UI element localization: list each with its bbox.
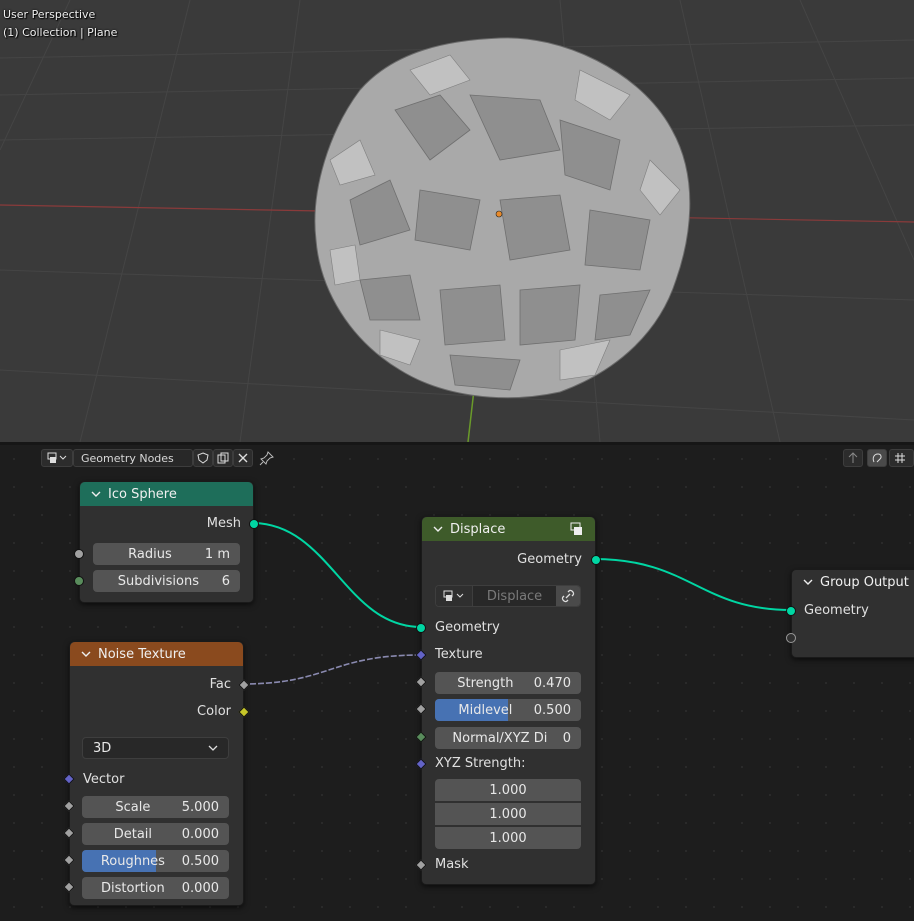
texture-input-label: Texture [435, 647, 483, 662]
noise-texture-title: Noise Texture [98, 646, 186, 662]
xyz-z-value: 1.000 [489, 830, 527, 846]
texture-selector[interactable]: Displace [435, 585, 581, 607]
dimensions-value: 3D [93, 740, 112, 756]
subdivisions-value: 6 [221, 573, 230, 589]
xyz-y-value: 1.000 [489, 806, 527, 822]
mesh-output-label: Mesh [206, 516, 241, 531]
subdivisions-field[interactable]: Subdivisions 6 [93, 570, 240, 592]
ico-sphere-node[interactable]: Ico Sphere Mesh Radius 1 m Subdivisions … [74, 481, 259, 603]
noise-texture-node[interactable]: Noise Texture Fac Color 3D Vector Scale … [63, 641, 250, 906]
geometry-input-socket[interactable] [416, 623, 426, 633]
detail-field[interactable]: Detail 0.000 [82, 823, 229, 845]
geometry-output-label: Geometry [517, 552, 582, 567]
ico-sphere-node-header[interactable]: Ico Sphere [80, 482, 253, 506]
color-output-label: Color [197, 704, 231, 719]
xyz-x-value: 1.000 [489, 782, 527, 798]
geometry-input-label: Geometry [435, 620, 500, 635]
texture-browse-icon[interactable] [436, 586, 473, 606]
scale-value: 5.000 [181, 799, 219, 815]
detail-value: 0.000 [181, 826, 219, 842]
collapse-chevron-icon[interactable] [90, 488, 102, 500]
displaced-mesh [314, 37, 691, 399]
group-output-node[interactable]: Group Output Geometry [786, 569, 914, 658]
roughness-slider[interactable]: Roughnes 0.500 [82, 850, 229, 872]
modifier-node-icon [570, 522, 582, 535]
dimensions-dropdown[interactable]: 3D [82, 737, 229, 759]
xyz-strength-z[interactable]: 1.000 [435, 827, 581, 849]
collapse-chevron-icon[interactable] [802, 576, 814, 588]
geometry-output-socket[interactable] [591, 555, 601, 565]
xyz-strength-y[interactable]: 1.000 [435, 803, 581, 825]
collapse-chevron-icon[interactable] [80, 648, 92, 660]
subdivisions-input-socket[interactable] [74, 576, 84, 586]
displace-node-header[interactable]: Displace [422, 517, 595, 541]
radius-label: Radius [128, 546, 172, 562]
subdivisions-label: Subdivisions [117, 573, 199, 589]
group-output-node-header[interactable]: Group Output [792, 570, 914, 594]
normal-xyz-field[interactable]: Normal/XYZ Di 0 [435, 727, 581, 749]
displace-node[interactable]: Displace Geometry Displace Geometry Text… [415, 516, 601, 885]
displace-title: Displace [450, 521, 506, 537]
normal-value: 0 [562, 730, 571, 746]
midlevel-slider[interactable]: Midlevel 0.500 [435, 699, 581, 721]
group-geometry-input-socket[interactable] [786, 606, 796, 616]
group-geometry-input-label: Geometry [804, 603, 869, 618]
vector-input-label: Vector [83, 772, 125, 787]
noise-texture-node-header[interactable]: Noise Texture [70, 642, 243, 666]
detail-label: Detail [113, 826, 153, 842]
distortion-value: 0.000 [181, 880, 219, 896]
fac-output-label: Fac [209, 677, 231, 692]
radius-field[interactable]: Radius 1 m [93, 543, 240, 565]
node-editor[interactable]: Geometry Nodes Ico Sphere Mesh Radius 1 … [0, 445, 914, 921]
collapse-chevron-icon[interactable] [432, 523, 444, 535]
distortion-label: Distortion [101, 880, 165, 896]
group-output-title: Group Output [820, 574, 909, 590]
collection-label: (1) Collection | Plane [3, 26, 118, 39]
xyz-strength-label: XYZ Strength: [435, 756, 526, 771]
strength-label: Strength [457, 675, 514, 691]
empty-input-socket[interactable] [786, 633, 796, 643]
roughness-value: 0.500 [181, 853, 219, 869]
scale-label: Scale [115, 799, 151, 815]
midlevel-value: 0.500 [533, 702, 571, 718]
midlevel-label: Midlevel [458, 702, 513, 718]
strength-value: 0.470 [533, 675, 571, 691]
3d-viewport[interactable]: User Perspective (1) Collection | Plane [0, 0, 914, 442]
mesh-output-socket[interactable] [249, 519, 259, 529]
view-perspective-label: User Perspective [3, 8, 96, 21]
texture-name-field[interactable]: Displace [473, 589, 556, 604]
radius-value: 1 m [204, 546, 230, 562]
roughness-label: Roughnes [100, 853, 165, 869]
link-geometry-to-output [593, 558, 792, 611]
link-fac-to-texture [241, 654, 422, 685]
ico-sphere-title: Ico Sphere [108, 486, 177, 502]
link-mesh-to-geometry [251, 522, 422, 628]
strength-field[interactable]: Strength 0.470 [435, 672, 581, 694]
chevron-down-icon [208, 745, 218, 751]
xyz-strength-x[interactable]: 1.000 [435, 779, 581, 801]
link-icon[interactable] [556, 586, 580, 606]
distortion-field[interactable]: Distortion 0.000 [82, 877, 229, 899]
mask-input-label: Mask [435, 857, 469, 872]
radius-input-socket[interactable] [74, 549, 84, 559]
viewport-grid [0, 0, 914, 442]
normal-label: Normal/XYZ Di [452, 730, 548, 746]
scale-field[interactable]: Scale 5.000 [82, 796, 229, 818]
